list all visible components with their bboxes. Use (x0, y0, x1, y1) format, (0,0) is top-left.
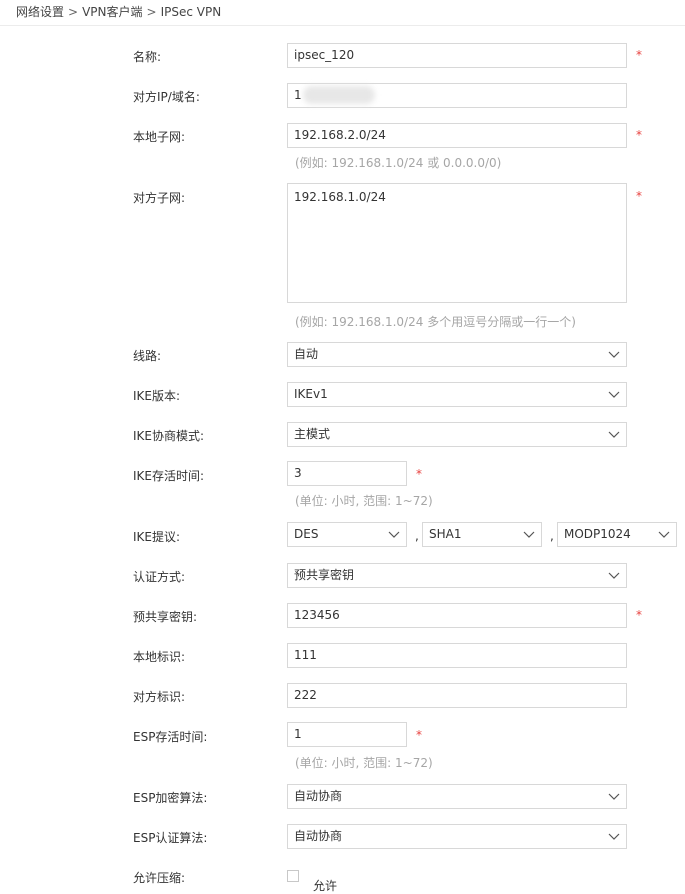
ike-encryption-select[interactable]: DES (287, 522, 407, 547)
line-select[interactable]: 自动 (287, 342, 627, 367)
peer-id-label: 对方标识: (133, 690, 186, 704)
chevron-down-icon (523, 529, 535, 539)
ike-version-select-value: IKEv1 (294, 387, 328, 401)
proposal-separator: , (415, 529, 419, 543)
compression-label: 允许压缩: (133, 871, 186, 885)
local-id-input[interactable]: 111 (287, 643, 627, 668)
chevron-down-icon (388, 529, 400, 539)
redacted-blur (303, 86, 375, 104)
ike-lifetime-hint: (单位: 小时, 范围: 1~72) (295, 494, 433, 508)
local-subnet-required-mark: * (636, 128, 642, 142)
esp-lifetime-required-mark: * (416, 728, 422, 742)
chevron-down-icon (608, 349, 620, 359)
chevron-down-icon (608, 791, 620, 801)
breadcrumb-item-network-settings[interactable]: 网络设置 (16, 5, 64, 19)
esp-encryption-select-value: 自动协商 (294, 789, 343, 803)
esp-encryption-select[interactable]: 自动协商 (287, 784, 627, 809)
esp-auth-select-value: 自动协商 (294, 829, 343, 843)
chevron-down-icon (608, 831, 620, 841)
ike-hash-select-value: SHA1 (429, 527, 462, 541)
esp-lifetime-label: ESP存活时间: (133, 730, 208, 744)
compression-checkbox[interactable] (287, 870, 299, 882)
ike-mode-label: IKE协商模式: (133, 429, 205, 443)
ike-lifetime-input[interactable]: 3 (287, 461, 407, 486)
ike-version-select[interactable]: IKEv1 (287, 382, 627, 407)
breadcrumb: 网络设置 > VPN客户端 > IPSec VPN (0, 0, 685, 26)
ike-version-label: IKE版本: (133, 389, 181, 403)
breadcrumb-separator: > (68, 5, 79, 19)
ike-dh-group-select[interactable]: MODP1024 (557, 522, 677, 547)
name-input[interactable]: ipsec_120 (287, 43, 627, 68)
esp-lifetime-input[interactable]: 1 (287, 722, 407, 747)
chevron-down-icon (608, 429, 620, 439)
local-subnet-input[interactable]: 192.168.2.0/24 (287, 123, 627, 148)
breadcrumb-item-vpn-client[interactable]: VPN客户端 (82, 5, 142, 19)
ike-mode-select[interactable]: 主模式 (287, 422, 627, 447)
ike-hash-select[interactable]: SHA1 (422, 522, 542, 547)
chevron-down-icon (608, 570, 620, 580)
breadcrumb-separator: > (146, 5, 157, 19)
breadcrumb-item-ipsec-vpn: IPSec VPN (160, 5, 222, 19)
psk-label: 预共享密钥: (133, 610, 198, 624)
peer-ip-label: 对方IP/域名: (133, 90, 200, 104)
peer-subnet-textarea[interactable]: 192.168.1.0/24 (287, 183, 627, 303)
psk-required-mark: * (636, 608, 642, 622)
ike-lifetime-required-mark: * (416, 467, 422, 481)
line-select-value: 自动 (294, 347, 319, 361)
auth-method-select-value: 预共享密钥 (294, 568, 355, 582)
local-subnet-hint: (例如: 192.168.1.0/24 或 0.0.0.0/0) (295, 156, 502, 170)
ike-proposal-label: IKE提议: (133, 530, 181, 544)
line-label: 线路: (133, 349, 162, 363)
psk-input[interactable]: 123456 (287, 603, 627, 628)
name-required-mark: * (636, 48, 642, 62)
auth-method-select[interactable]: 预共享密钥 (287, 563, 627, 588)
peer-subnet-hint: (例如: 192.168.1.0/24 多个用逗号分隔或一行一个) (295, 315, 576, 329)
esp-encryption-label: ESP加密算法: (133, 791, 208, 805)
compression-checkbox-label[interactable]: 允许 (313, 877, 337, 894)
local-subnet-label: 本地子网: (133, 130, 186, 144)
ike-mode-select-value: 主模式 (294, 427, 331, 441)
esp-auth-select[interactable]: 自动协商 (287, 824, 627, 849)
peer-id-input[interactable]: 222 (287, 683, 627, 708)
local-id-label: 本地标识: (133, 650, 186, 664)
chevron-down-icon (658, 529, 670, 539)
proposal-separator: , (550, 529, 554, 543)
esp-auth-label: ESP认证算法: (133, 831, 208, 845)
auth-method-label: 认证方式: (133, 570, 186, 584)
peer-subnet-label: 对方子网: (133, 191, 186, 205)
chevron-down-icon (608, 389, 620, 399)
ike-lifetime-label: IKE存活时间: (133, 469, 205, 483)
peer-subnet-required-mark: * (636, 189, 642, 203)
esp-lifetime-hint: (单位: 小时, 范围: 1~72) (295, 756, 433, 770)
ike-encryption-select-value: DES (294, 527, 319, 541)
ike-dh-group-select-value: MODP1024 (564, 527, 631, 541)
name-label: 名称: (133, 50, 162, 64)
